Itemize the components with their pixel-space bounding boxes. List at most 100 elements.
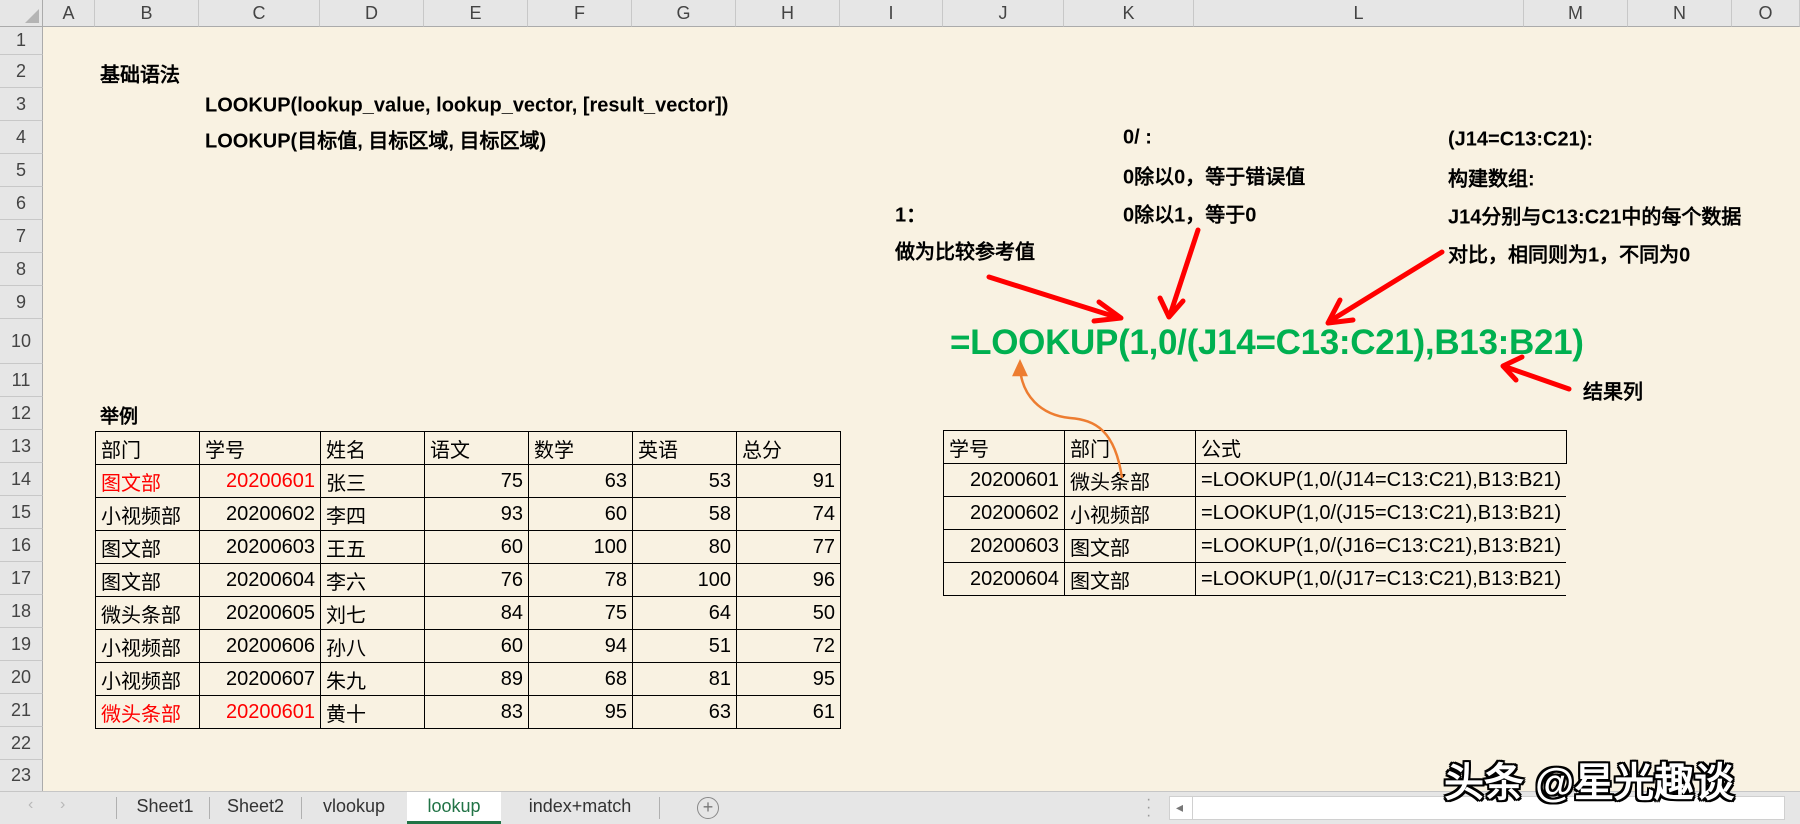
column-header-i[interactable]: I: [840, 0, 943, 27]
cell-math[interactable]: 60: [528, 497, 633, 531]
tab-vlookup[interactable]: vlookup: [302, 792, 406, 824]
cell-id[interactable]: 20200601: [943, 463, 1065, 497]
row-header-10[interactable]: 10: [0, 319, 43, 364]
cell-dept[interactable]: 微头条部: [95, 596, 200, 630]
cell-id[interactable]: 20200604: [199, 563, 321, 597]
cell-name[interactable]: 李六: [320, 563, 425, 597]
header-cell[interactable]: 部门: [95, 431, 200, 465]
row-header-15[interactable]: 15: [0, 496, 43, 529]
column-header-n[interactable]: N: [1628, 0, 1732, 27]
cell-dept[interactable]: 微头条部: [1064, 463, 1196, 497]
cell-english[interactable]: 80: [632, 530, 737, 564]
cell-name[interactable]: 李四: [320, 497, 425, 531]
cell-english[interactable]: 58: [632, 497, 737, 531]
header-cell[interactable]: 姓名: [320, 431, 425, 465]
scroll-tabs-right-icon[interactable]: ›: [60, 796, 65, 814]
cell-chinese[interactable]: 60: [424, 530, 529, 564]
column-header-f[interactable]: F: [528, 0, 632, 27]
cell-dept[interactable]: 图文部: [95, 464, 200, 498]
cell-dept[interactable]: 图文部: [1064, 529, 1196, 563]
tab-lookup[interactable]: lookup: [407, 792, 501, 824]
row-header-8[interactable]: 8: [0, 253, 43, 286]
row-header-9[interactable]: 9: [0, 286, 43, 319]
column-header-e[interactable]: E: [424, 0, 528, 27]
row-header-2[interactable]: 2: [0, 55, 43, 88]
cell-chinese[interactable]: 89: [424, 662, 529, 696]
cell-math[interactable]: 100: [528, 530, 633, 564]
cell-dept[interactable]: 图文部: [95, 530, 200, 564]
cell-english[interactable]: 53: [632, 464, 737, 498]
cell-total[interactable]: 77: [736, 530, 841, 564]
cell-formula[interactable]: =LOOKUP(1,0/(J15=C13:C21),B13:B21): [1195, 496, 1567, 530]
cell-name[interactable]: 王五: [320, 530, 425, 564]
scroll-left-icon[interactable]: ◂: [1176, 799, 1183, 816]
header-cell[interactable]: 语文: [424, 431, 529, 465]
tab-index-match[interactable]: index+match: [502, 792, 658, 824]
column-header-o[interactable]: O: [1732, 0, 1800, 27]
cell-formula[interactable]: =LOOKUP(1,0/(J17=C13:C21),B13:B21): [1195, 562, 1567, 596]
column-header-d[interactable]: D: [320, 0, 424, 27]
column-header-j[interactable]: J: [943, 0, 1064, 27]
cell-id[interactable]: 20200605: [199, 596, 321, 630]
row-header-5[interactable]: 5: [0, 154, 43, 187]
row-header-17[interactable]: 17: [0, 562, 43, 595]
column-header-c[interactable]: C: [199, 0, 320, 27]
cell-dept[interactable]: 图文部: [1064, 562, 1196, 596]
row-header-18[interactable]: 18: [0, 595, 43, 628]
cell-total[interactable]: 91: [736, 464, 841, 498]
cell-id[interactable]: 20200602: [943, 496, 1065, 530]
cell-id[interactable]: 20200607: [199, 662, 321, 696]
header-cell[interactable]: 学号: [199, 431, 321, 465]
cell-id[interactable]: 20200606: [199, 629, 321, 663]
row-header-16[interactable]: 16: [0, 529, 43, 562]
column-header-m[interactable]: M: [1524, 0, 1628, 27]
row-header-3[interactable]: 3: [0, 88, 43, 121]
row-header-22[interactable]: 22: [0, 727, 43, 760]
column-header-b[interactable]: B: [95, 0, 199, 27]
cell-dept[interactable]: 小视频部: [95, 662, 200, 696]
cell-english[interactable]: 51: [632, 629, 737, 663]
column-header-l[interactable]: L: [1194, 0, 1524, 27]
cell-name[interactable]: 孙八: [320, 629, 425, 663]
cell-id[interactable]: 20200601: [199, 695, 321, 729]
row-header-6[interactable]: 6: [0, 187, 43, 220]
row-header-21[interactable]: 21: [0, 694, 43, 727]
row-header-11[interactable]: 11: [0, 364, 43, 397]
cell-id[interactable]: 20200603: [199, 530, 321, 564]
select-all-corner[interactable]: [0, 0, 43, 27]
header-cell[interactable]: 公式: [1195, 430, 1567, 464]
row-header-1[interactable]: 1: [0, 27, 43, 55]
cell-formula[interactable]: =LOOKUP(1,0/(J14=C13:C21),B13:B21): [1195, 463, 1567, 497]
cell-math[interactable]: 78: [528, 563, 633, 597]
cell-math[interactable]: 68: [528, 662, 633, 696]
splitter-handle-icon[interactable]: · · ·: [1146, 792, 1151, 824]
row-header-19[interactable]: 19: [0, 628, 43, 661]
cell-total[interactable]: 50: [736, 596, 841, 630]
cell-total[interactable]: 61: [736, 695, 841, 729]
column-header-h[interactable]: H: [736, 0, 840, 27]
tab-sheet1[interactable]: Sheet1: [120, 792, 210, 824]
cell-dept[interactable]: 图文部: [95, 563, 200, 597]
cell-math[interactable]: 63: [528, 464, 633, 498]
row-header-4[interactable]: 4: [0, 121, 43, 154]
row-header-7[interactable]: 7: [0, 220, 43, 253]
cell-chinese[interactable]: 93: [424, 497, 529, 531]
cell-math[interactable]: 94: [528, 629, 633, 663]
cell-formula[interactable]: =LOOKUP(1,0/(J16=C13:C21),B13:B21): [1195, 529, 1567, 563]
header-cell[interactable]: 部门: [1064, 430, 1196, 464]
cell-dept[interactable]: 微头条部: [95, 695, 200, 729]
cell-id[interactable]: 20200601: [199, 464, 321, 498]
cell-chinese[interactable]: 83: [424, 695, 529, 729]
cell-math[interactable]: 75: [528, 596, 633, 630]
cell-total[interactable]: 74: [736, 497, 841, 531]
cell-english[interactable]: 81: [632, 662, 737, 696]
cell-id[interactable]: 20200604: [943, 562, 1065, 596]
cell-name[interactable]: 黄十: [320, 695, 425, 729]
cell-dept[interactable]: 小视频部: [95, 629, 200, 663]
tab-sheet2[interactable]: Sheet2: [210, 792, 301, 824]
cell-english[interactable]: 64: [632, 596, 737, 630]
column-header-g[interactable]: G: [632, 0, 736, 27]
cell-total[interactable]: 95: [736, 662, 841, 696]
cell-chinese[interactable]: 60: [424, 629, 529, 663]
scroll-tabs-left-icon[interactable]: ‹: [28, 796, 33, 814]
